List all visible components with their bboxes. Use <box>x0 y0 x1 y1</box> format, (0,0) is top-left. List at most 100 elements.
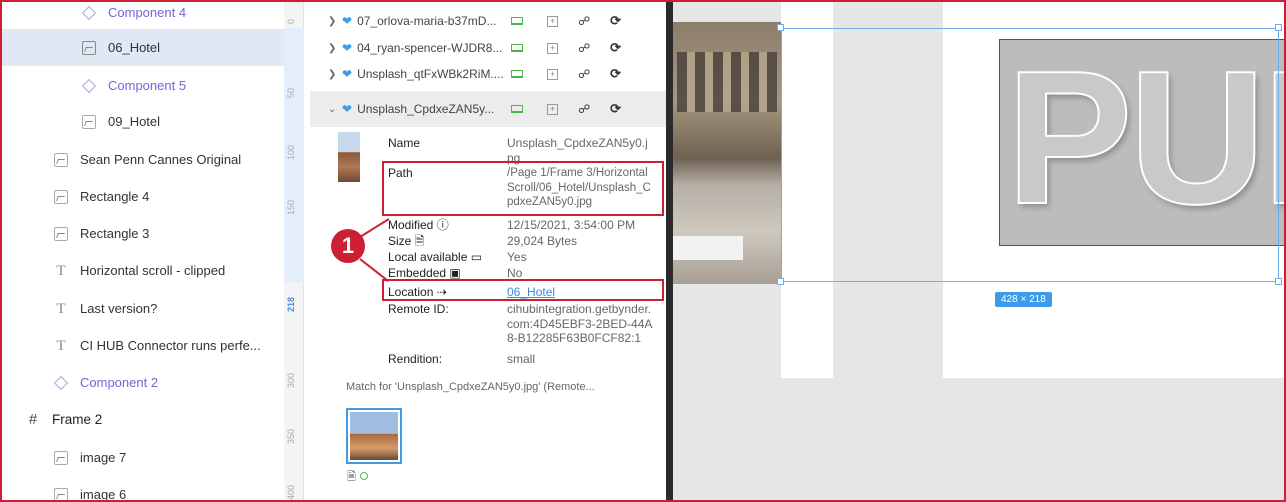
cloud-asset-icon: ❤ <box>342 102 353 116</box>
layer-item[interactable]: 09_Hotel <box>2 103 284 140</box>
layer-item[interactable]: Component 4 <box>2 0 284 31</box>
size-label-text: Size <box>388 234 412 248</box>
component-icon <box>53 375 69 390</box>
layer-item[interactable]: image 7 <box>2 439 284 476</box>
link-icon[interactable]: ☍ <box>578 41 590 55</box>
location-highlight-box <box>382 279 664 301</box>
resize-handle[interactable] <box>777 24 784 31</box>
resize-handle[interactable] <box>777 278 784 285</box>
size-value: 29,024 Bytes <box>507 234 578 248</box>
selection-frame[interactable] <box>781 28 1279 282</box>
layer-item[interactable]: T Last version? <box>2 290 284 327</box>
size-label: Size 🗎 <box>388 234 424 249</box>
layer-label: image 7 <box>80 450 127 465</box>
place-icon[interactable]: + <box>547 15 559 27</box>
place-icon[interactable]: + <box>547 68 559 80</box>
image-icon <box>54 226 68 241</box>
layer-item[interactable]: Component 5 <box>2 67 284 104</box>
local-available-icon <box>511 105 524 113</box>
match-thumbnail[interactable] <box>346 408 402 464</box>
link-icon[interactable]: ☍ <box>578 14 590 28</box>
component-icon <box>81 5 97 20</box>
refresh-icon[interactable]: ⟳ <box>610 40 621 56</box>
layer-label: Last version? <box>80 301 158 316</box>
refresh-icon[interactable]: ⟳ <box>610 13 621 29</box>
layer-item[interactable]: # Frame 2 <box>2 401 284 438</box>
ruler-tick: 150 <box>286 199 296 215</box>
asset-thumbnail[interactable] <box>338 132 360 182</box>
asset-name: Unsplash_CpdxeZAN5y... <box>357 102 495 116</box>
modified-value: 12/15/2021, 3:54:00 PM <box>507 218 636 232</box>
cloud-asset-icon: ❤ <box>342 67 353 81</box>
design-canvas[interactable]: PUN 428 × 218 <box>673 0 1286 502</box>
layer-label: Component 4 <box>108 5 187 20</box>
image-icon <box>54 189 68 204</box>
ruler-tick: 100 <box>286 144 296 160</box>
vertical-ruler: 0 50 100 150 218 300 350 400 <box>284 0 304 502</box>
local-available-value: Yes <box>507 250 527 264</box>
layer-item[interactable]: image 6 <box>2 476 284 502</box>
hotel-photo[interactable] <box>673 22 781 284</box>
ruler-tick-selected: 218 <box>286 296 296 312</box>
layer-item[interactable]: Component 2 <box>2 364 284 401</box>
frame-icon: # <box>28 410 38 428</box>
layer-label: Component 5 <box>108 78 187 93</box>
photo-caption-bar <box>673 236 743 260</box>
layer-label: Component 2 <box>80 375 159 390</box>
layer-item[interactable]: 06_Hotel <box>2 29 284 66</box>
laptop-icon: ▭ <box>470 250 483 264</box>
name-label: Name <box>388 136 421 150</box>
refresh-icon[interactable]: ⟳ <box>610 66 621 82</box>
image-icon <box>82 114 96 129</box>
image-icon <box>54 487 68 502</box>
layer-item[interactable]: T Horizontal scroll - clipped <box>2 252 284 289</box>
layer-label: CI HUB Connector runs perfe... <box>80 338 261 353</box>
photo-arches <box>677 52 777 112</box>
text-icon: T <box>56 300 66 317</box>
layer-item[interactable]: T CI HUB Connector runs perfe... <box>2 327 284 364</box>
layer-label: Sean Penn Cannes Original <box>80 152 242 167</box>
panel-divider[interactable] <box>666 0 673 502</box>
rendition-label: Rendition: <box>388 352 443 366</box>
dimension-badge: 428 × 218 <box>995 292 1052 307</box>
chevron-down-icon[interactable]: ⌄ <box>328 104 342 115</box>
layers-panel: Component 4 06_Hotel Component 5 09_Hotel Se… <box>2 0 284 502</box>
match-image <box>350 412 398 460</box>
file-icon: 🗎 <box>347 471 356 483</box>
ruler-tick: 0 <box>286 18 296 24</box>
layer-item[interactable]: Sean Penn Cannes Original <box>2 141 284 178</box>
cloud-asset-icon: ❤ <box>342 14 353 28</box>
asset-row-expanded[interactable]: ⌄ ❤ Unsplash_CpdxeZAN5y... + ☍ ⟳ <box>310 91 666 127</box>
check-status-icon <box>359 472 368 480</box>
local-available-icon <box>511 70 524 78</box>
link-icon[interactable]: ☍ <box>578 67 590 81</box>
layer-label: 09_Hotel <box>108 114 161 129</box>
asset-name: 07_orlova-maria-b37mD... <box>357 14 497 28</box>
component-icon <box>81 78 97 93</box>
remote-id-label: Remote ID: <box>388 302 449 316</box>
asset-name: Unsplash_qtFxWBk2RiM.... <box>357 67 504 81</box>
image-icon <box>54 450 68 465</box>
ruler-tick: 350 <box>286 428 296 444</box>
asset-row[interactable]: ❯ ❤ Unsplash_qtFxWBk2RiM.... + ☍ ⟳ <box>328 59 666 89</box>
image-icon <box>54 152 68 167</box>
layer-item[interactable]: Rectangle 4 <box>2 178 284 215</box>
layer-label: Horizontal scroll - clipped <box>80 263 226 278</box>
chevron-right-icon[interactable]: ❯ <box>328 16 342 27</box>
chevron-right-icon[interactable]: ❯ <box>328 69 342 80</box>
asset-row[interactable]: ❯ ❤ 07_orlova-maria-b37mD... + ☍ ⟳ <box>328 6 666 36</box>
place-icon[interactable]: + <box>547 42 559 54</box>
resize-handle[interactable] <box>1275 24 1282 31</box>
refresh-icon[interactable]: ⟳ <box>610 101 621 117</box>
place-icon[interactable]: + <box>547 103 559 115</box>
layer-label: Frame 2 <box>52 412 103 427</box>
chevron-right-icon[interactable]: ❯ <box>328 43 342 54</box>
local-available-label: Local available ▭ <box>388 250 482 265</box>
local-available-icon <box>511 17 524 25</box>
layer-label: image 6 <box>80 487 127 502</box>
link-icon[interactable]: ☍ <box>578 102 590 116</box>
image-icon <box>82 40 96 55</box>
resize-handle[interactable] <box>1275 278 1282 285</box>
match-thumbnail-status: 🗎 <box>347 468 368 487</box>
layer-item[interactable]: Rectangle 3 <box>2 215 284 252</box>
